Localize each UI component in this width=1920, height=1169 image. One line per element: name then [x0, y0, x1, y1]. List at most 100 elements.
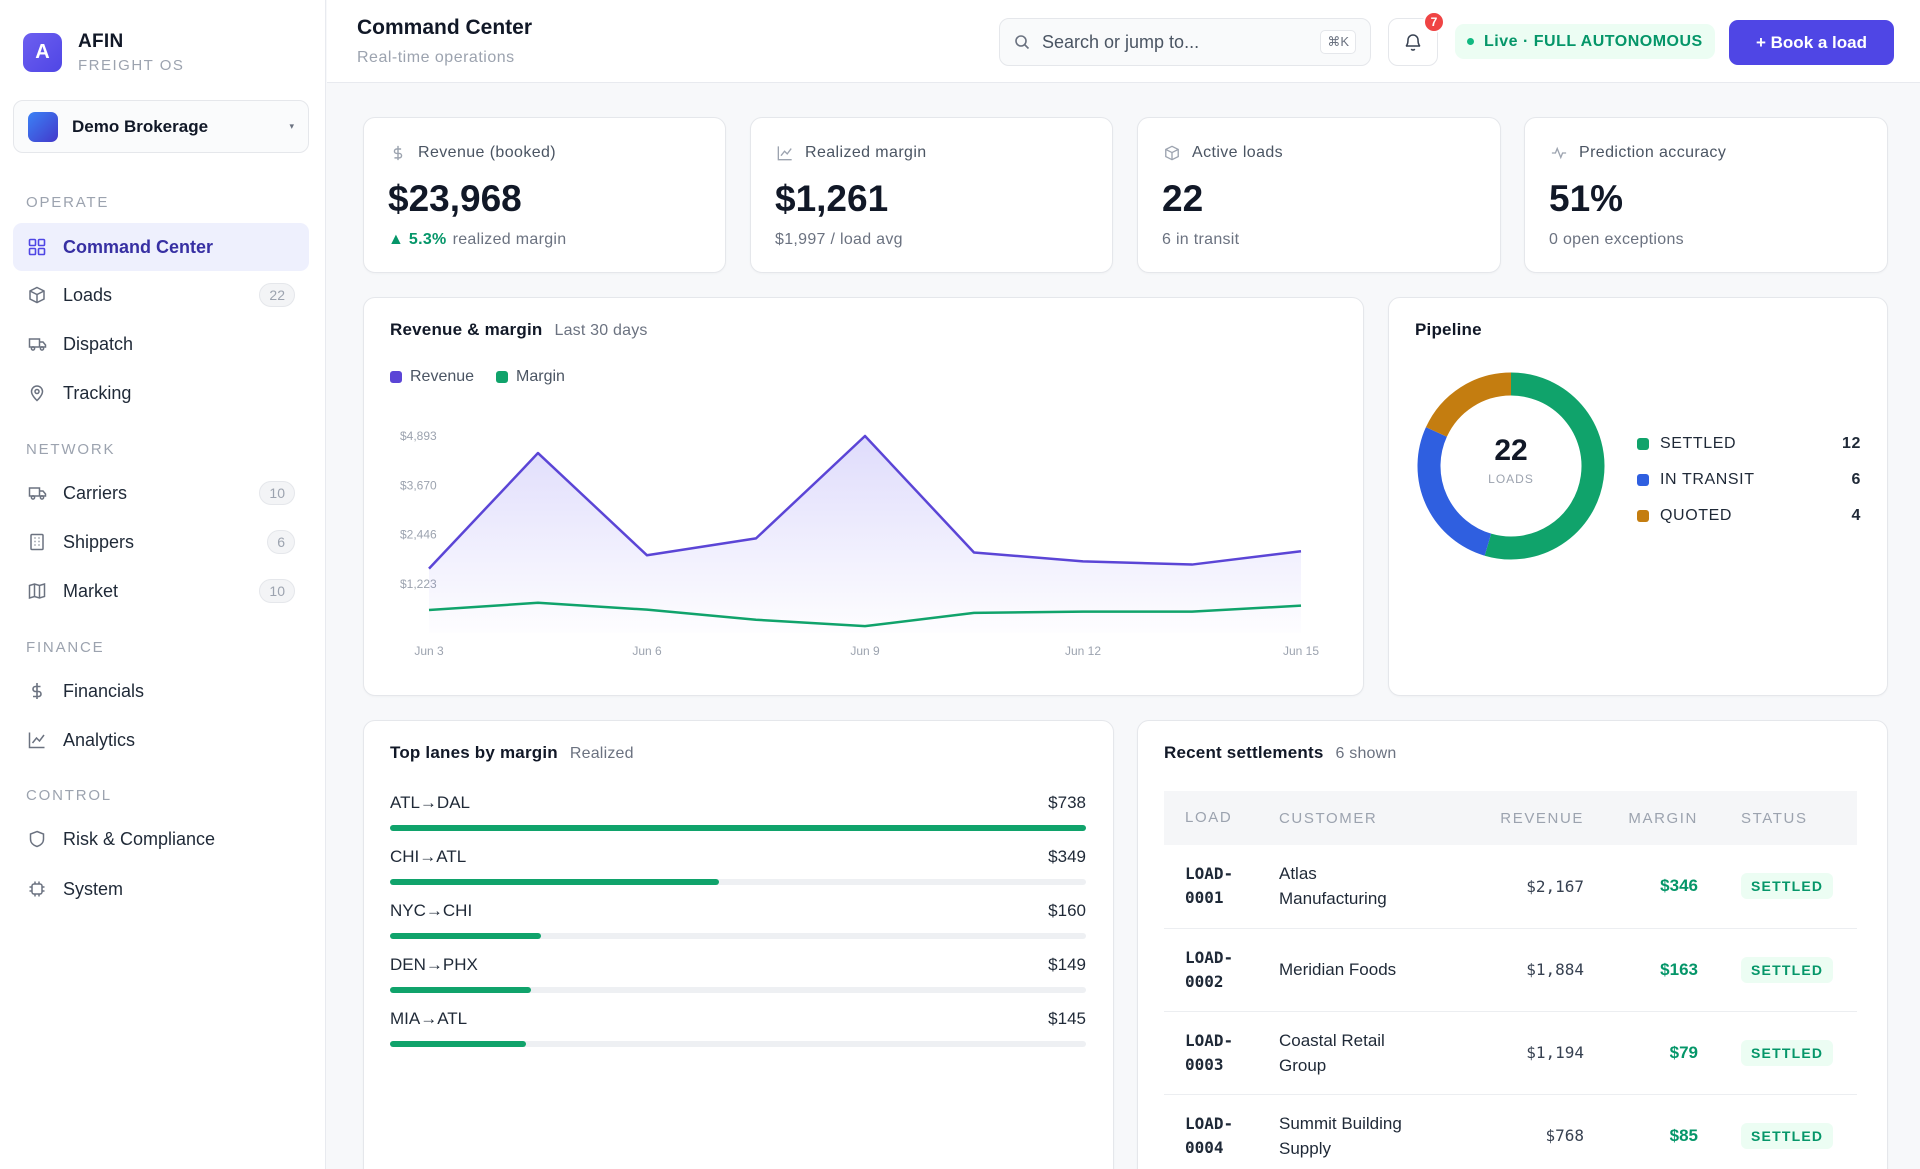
sidebar-item-label: Market — [63, 580, 119, 601]
customer-cell: Coastal Retail Group — [1279, 1011, 1469, 1095]
lane-row[interactable]: ATL→DAL $738 — [390, 793, 1086, 831]
kpi-delta: ▲ 5.3% — [388, 231, 447, 248]
org-switcher[interactable]: Demo Brokerage ▾ — [13, 100, 309, 153]
column-header-revenue[interactable]: REVENUE — [1469, 791, 1584, 845]
sidebar-item-shippers[interactable]: Shippers 6 — [13, 518, 309, 566]
map-icon — [27, 581, 47, 601]
sidebar-item-label: Command Center — [63, 236, 214, 257]
section-operate: OPERATE — [26, 194, 110, 211]
load-id-prefix: LOAD- — [1185, 1030, 1234, 1050]
search-box[interactable]: ⌘K — [999, 18, 1371, 66]
revenue-margin-chart: $1,223$2,446$3,670$4,893Jun 3 Jun 6 Jun 9J… — [400, 429, 1319, 658]
sidebar-item-dispatch[interactable]: Dispatch — [13, 320, 309, 368]
customer-line: Manufacturing — [1279, 889, 1387, 909]
sidebar-item-loads[interactable]: Loads 22 — [13, 271, 309, 319]
chart-icon — [27, 730, 47, 750]
column-header-customer[interactable]: CUSTOMER — [1279, 791, 1469, 845]
lane-progress-fill — [390, 1041, 527, 1047]
search-icon — [1014, 34, 1030, 50]
live-status-badge: Live · FULL AUTONOMOUS — [1455, 24, 1715, 59]
count-badge: 6 — [267, 530, 295, 554]
x-tick-label: Jun 9 — [850, 644, 880, 658]
org-name: Demo Brokerage — [72, 116, 209, 136]
status-cell: SETTLED — [1698, 928, 1857, 1012]
lane-progress-track — [390, 987, 1086, 993]
column-header-status[interactable]: STATUS — [1698, 791, 1857, 845]
column-header-load[interactable]: LOAD — [1164, 791, 1279, 845]
kpi-value: $23,968 — [388, 178, 522, 219]
sidebar-item-label: Risk & Compliance — [63, 828, 216, 849]
customer-cell: Atlas Manufacturing — [1279, 845, 1469, 929]
legend-swatch — [1637, 438, 1649, 450]
sidebar-item-label: Carriers — [63, 482, 128, 503]
table-row[interactable]: LOAD- 0002 Meridian Foods $1,884 $163 SET… — [1164, 928, 1857, 1012]
brand-logo: A — [23, 33, 62, 72]
count-badge: 10 — [259, 579, 295, 603]
notifications-button[interactable]: 7 — [1388, 11, 1445, 66]
count-badge: 22 — [259, 283, 295, 307]
org-avatar — [28, 111, 58, 142]
kpi-label: Revenue (booked) — [418, 144, 557, 161]
margin-cell: $85 — [1584, 1094, 1698, 1169]
status-badge: SETTLED — [1741, 1039, 1834, 1066]
brand[interactable]: A AFIN FREIGHT OS — [23, 31, 184, 74]
page-title: Command Center — [357, 16, 533, 39]
building-icon — [27, 532, 47, 552]
sidebar-item-system[interactable]: System — [13, 865, 309, 913]
sidebar-item-label: Shippers — [63, 531, 135, 552]
donut-center-label: LOADS — [1488, 472, 1534, 486]
sidebar-item-label: Dispatch — [63, 333, 134, 354]
sidebar-item-risk-compliance[interactable]: Risk & Compliance — [13, 815, 309, 863]
search-input[interactable] — [1042, 31, 1321, 53]
kpi-sub: 0 open exceptions — [1549, 231, 1684, 248]
sidebar-item-carriers[interactable]: Carriers 10 — [13, 469, 309, 517]
pipeline-item-in-transit[interactable]: IN TRANSIT 6 — [1637, 462, 1861, 498]
load-id-prefix: LOAD- — [1185, 1113, 1234, 1133]
pin-icon — [27, 383, 47, 403]
pipeline-item-settled[interactable]: SETTLED 12 — [1637, 426, 1861, 462]
lane-progress-track — [390, 933, 1086, 939]
lane-row[interactable]: NYC→CHI $160 — [390, 901, 1086, 939]
card-title: Top lanes by margin — [390, 743, 558, 762]
donut-center-value: 22 — [1494, 434, 1528, 467]
pipeline-value: 12 — [1842, 435, 1861, 452]
table-row[interactable]: LOAD- 0004 Summit Building Supply $768 $85… — [1164, 1094, 1857, 1169]
sidebar-item-financials[interactable]: Financials — [13, 667, 309, 715]
column-header-margin[interactable]: MARGIN — [1584, 791, 1698, 845]
truck-icon — [27, 334, 47, 354]
grid-icon — [27, 237, 47, 257]
pipeline-item-quoted[interactable]: QUOTED 4 — [1637, 498, 1861, 534]
table-row[interactable]: LOAD- 0003 Coastal Retail Group $1,194 $79… — [1164, 1011, 1857, 1095]
kpi-sub: realized margin — [452, 231, 567, 248]
lane-row[interactable]: DEN→PHX $149 — [390, 955, 1086, 993]
sidebar-item-market[interactable]: Market 10 — [13, 567, 309, 615]
lane-row[interactable]: CHI→ATL $349 — [390, 847, 1086, 885]
load-id-number: 0004 — [1185, 1137, 1224, 1157]
book-load-button[interactable]: + Book a load — [1729, 20, 1894, 65]
lane-value: $349 — [1048, 847, 1086, 866]
kpi-sub: $1,997 / load avg — [775, 231, 903, 248]
status-badge: SETTLED — [1741, 873, 1834, 900]
shield-icon — [27, 829, 47, 849]
donut-slice-quoted[interactable] — [1425, 372, 1512, 438]
keyboard-shortcut: ⌘K — [1320, 30, 1356, 54]
kpi-card-active-loads: Active loads 22 6 in transit — [1137, 117, 1501, 273]
revenue-cell: $768 — [1469, 1094, 1584, 1169]
chevron-down-icon: ▾ — [289, 121, 294, 131]
dollar-icon — [390, 145, 406, 161]
lane-name: NYC→CHI — [390, 901, 473, 920]
table-row[interactable]: LOAD- 0001 Atlas Manufacturing $2,167 $346… — [1164, 845, 1857, 929]
sidebar-item-command-center[interactable]: Command Center — [13, 223, 309, 271]
status-badge: SETTLED — [1741, 1122, 1834, 1149]
lane-row[interactable]: MIA→ATL $145 — [390, 1009, 1086, 1047]
y-tick-label: $2,446 — [400, 528, 437, 542]
kpi-value: 22 — [1162, 178, 1204, 219]
lane-name: MIA→ATL — [390, 1009, 468, 1028]
top-lanes-card: Top lanes by margin Realized ATL→DAL $738 … — [363, 720, 1114, 1169]
sidebar-item-analytics[interactable]: Analytics — [13, 716, 309, 764]
sidebar-item-tracking[interactable]: Tracking — [13, 369, 309, 417]
sidebar-item-label: System — [63, 878, 124, 899]
status-badge: SETTLED — [1741, 956, 1834, 983]
chip-icon — [27, 879, 47, 899]
revenue-margin-card: Revenue & margin Last 30 days Revenue Mar… — [363, 297, 1364, 696]
